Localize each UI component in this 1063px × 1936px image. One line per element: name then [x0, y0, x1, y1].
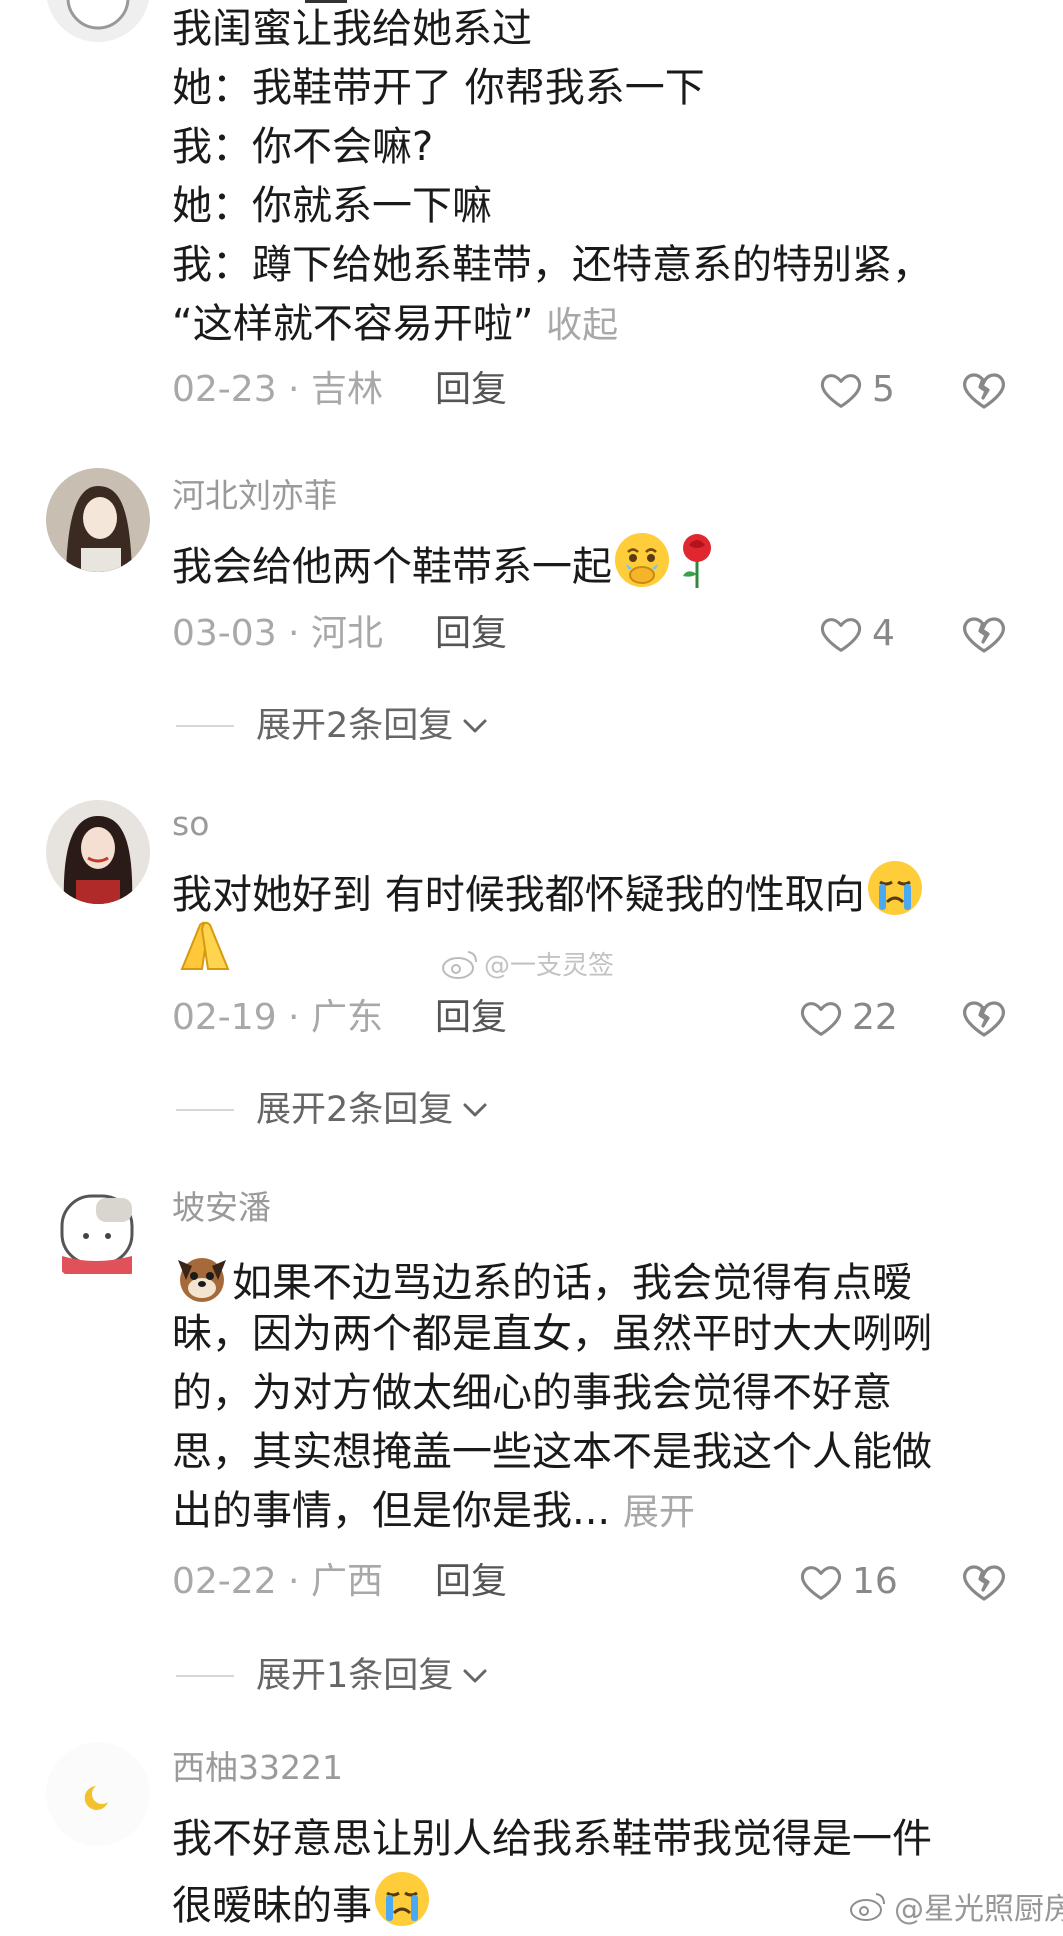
- comment-line: 我闺蜜让我给她系过: [172, 6, 532, 52]
- username[interactable]: so: [172, 802, 209, 846]
- heart-icon: [800, 1002, 842, 1036]
- username[interactable]: 坡安潘: [172, 1186, 271, 1230]
- comment-location: 河北: [310, 613, 383, 654]
- comment-line: 的，为对方做太细心的事我会觉得不好意: [172, 1370, 892, 1416]
- reply-button[interactable]: 回复: [435, 1558, 507, 1606]
- comment-line: 我会给他两个鞋带系一起: [172, 544, 612, 590]
- comment-date: 02-23: [172, 369, 277, 410]
- avatar[interactable]: [46, 0, 150, 42]
- expand-text-toggle[interactable]: 展开: [623, 1492, 695, 1533]
- comment-line: 很暧昧的事: [172, 1883, 372, 1929]
- comment-line: 我：你不会嘛?: [172, 124, 434, 170]
- watermark-text: @星光照厨房: [894, 1892, 1063, 1927]
- comment-text-row: 我对她好到 有时候我都怀疑我的性取向: [172, 858, 925, 925]
- avatar[interactable]: [46, 1742, 150, 1846]
- comment-meta: 02-23 · 吉林: [172, 369, 383, 410]
- reply-button[interactable]: 回复: [435, 994, 507, 1042]
- weibo-logo-icon: [850, 1893, 885, 1921]
- watermark-text: @一支灵签: [484, 951, 615, 981]
- like-count: 22: [852, 997, 898, 1038]
- comment-date: 03-03: [172, 613, 277, 654]
- comment-meta: 03-03 · 河北: [172, 613, 383, 654]
- like-button[interactable]: 16: [798, 1558, 898, 1606]
- covering-mouth-tear-emoji: [615, 533, 669, 587]
- like-count: 16: [852, 1561, 898, 1602]
- heart-icon: [820, 374, 862, 408]
- comment-text-row: 我会给他两个鞋带系一起: [172, 530, 722, 597]
- comment-line: 她：你就系一下嘛: [172, 183, 492, 229]
- broken-heart-icon[interactable]: [960, 366, 1008, 414]
- comment-line: 我不好意思让别人给我系鞋带我觉得是一件: [172, 1816, 932, 1862]
- comment-line: 我对她好到 有时候我都怀疑我的性取向: [172, 872, 865, 918]
- watermark-bottom: @星光照厨房: [848, 1884, 1063, 1928]
- comment-location: 广东: [310, 997, 383, 1038]
- expand-replies-label: 展开2条回复: [256, 1090, 454, 1130]
- avatar[interactable]: [46, 468, 150, 572]
- comment-emoji-row: [172, 915, 238, 979]
- rose-emoji: [683, 534, 711, 588]
- collapse-toggle[interactable]: 收起: [546, 305, 618, 346]
- comment-text-row: 很暧昧的事: [172, 1869, 432, 1936]
- avatar[interactable]: [46, 800, 150, 904]
- chevron-down-icon: [463, 1669, 487, 1683]
- weibo-logo-icon: [442, 950, 477, 979]
- expand-replies-button[interactable]: 展开2条回复: [176, 702, 489, 750]
- comment-location: 吉林: [310, 369, 383, 410]
- comment-meta: 02-19 · 广东: [172, 997, 383, 1038]
- expand-replies-button[interactable]: 展开1条回复: [176, 1652, 489, 1700]
- comment-line: 思，其实想掩盖一些这本不是我这个人能做: [172, 1429, 932, 1475]
- crying-emoji: [375, 1872, 429, 1926]
- comment-date: 02-19: [172, 997, 277, 1038]
- chevron-down-icon: [463, 719, 487, 733]
- like-button[interactable]: 5: [818, 366, 895, 414]
- broken-heart-icon[interactable]: [960, 610, 1008, 658]
- like-count: 5: [872, 369, 895, 410]
- broken-heart-icon[interactable]: [960, 1558, 1008, 1606]
- divider-line: [176, 1675, 234, 1677]
- comment-line: 出的事情，但是你是我...: [172, 1488, 611, 1534]
- username[interactable]: 西柚33221: [172, 1746, 343, 1790]
- comment-meta: 02-22 · 广西: [172, 1561, 383, 1602]
- comment-date: 02-22: [172, 1561, 277, 1602]
- heart-icon: [800, 1566, 842, 1600]
- avatar[interactable]: [46, 1182, 150, 1286]
- expand-replies-label: 展开2条回复: [256, 706, 454, 746]
- comment-line: 她：我鞋带开了 你帮我系一下: [172, 65, 705, 111]
- like-button[interactable]: 4: [818, 610, 895, 658]
- watermark-center: @一支灵签: [440, 945, 614, 982]
- chevron-down-icon: [463, 1103, 487, 1117]
- dog-emoji: [178, 1258, 226, 1302]
- praying-hands-emoji: [180, 921, 230, 970]
- comment-last-line: “这样就不容易开啦” 收起: [172, 295, 618, 355]
- reply-button[interactable]: 回复: [435, 610, 507, 658]
- divider-line: [176, 725, 234, 727]
- heart-icon: [820, 618, 862, 652]
- comment-line: 昧，因为两个都是直女，虽然平时大大咧咧: [172, 1311, 932, 1357]
- username[interactable]: 河北刘亦菲: [172, 474, 337, 518]
- comment-line: 如果不边骂边系的话，我会觉得有点暧: [232, 1260, 912, 1306]
- comment-text-row: 如果不边骂边系的话，我会觉得有点暧: [172, 1246, 912, 1313]
- broken-heart-icon[interactable]: [960, 994, 1008, 1042]
- like-button[interactable]: 22: [798, 994, 898, 1042]
- expand-replies-label: 展开1条回复: [256, 1656, 454, 1696]
- reply-button[interactable]: 回复: [435, 366, 507, 414]
- like-count: 4: [872, 613, 895, 654]
- comment-location: 广西: [310, 1561, 383, 1602]
- comment-line: 我：蹲下给她系鞋带，还特意系的特别紧，: [172, 242, 932, 288]
- crying-emoji: [867, 861, 922, 915]
- expand-replies-button[interactable]: 展开2条回复: [176, 1086, 489, 1134]
- comment-line: “这样就不容易开啦”: [172, 301, 534, 347]
- comment-last-line: 出的事情，但是你是我... 展开: [172, 1482, 695, 1542]
- divider-line: [176, 1109, 234, 1111]
